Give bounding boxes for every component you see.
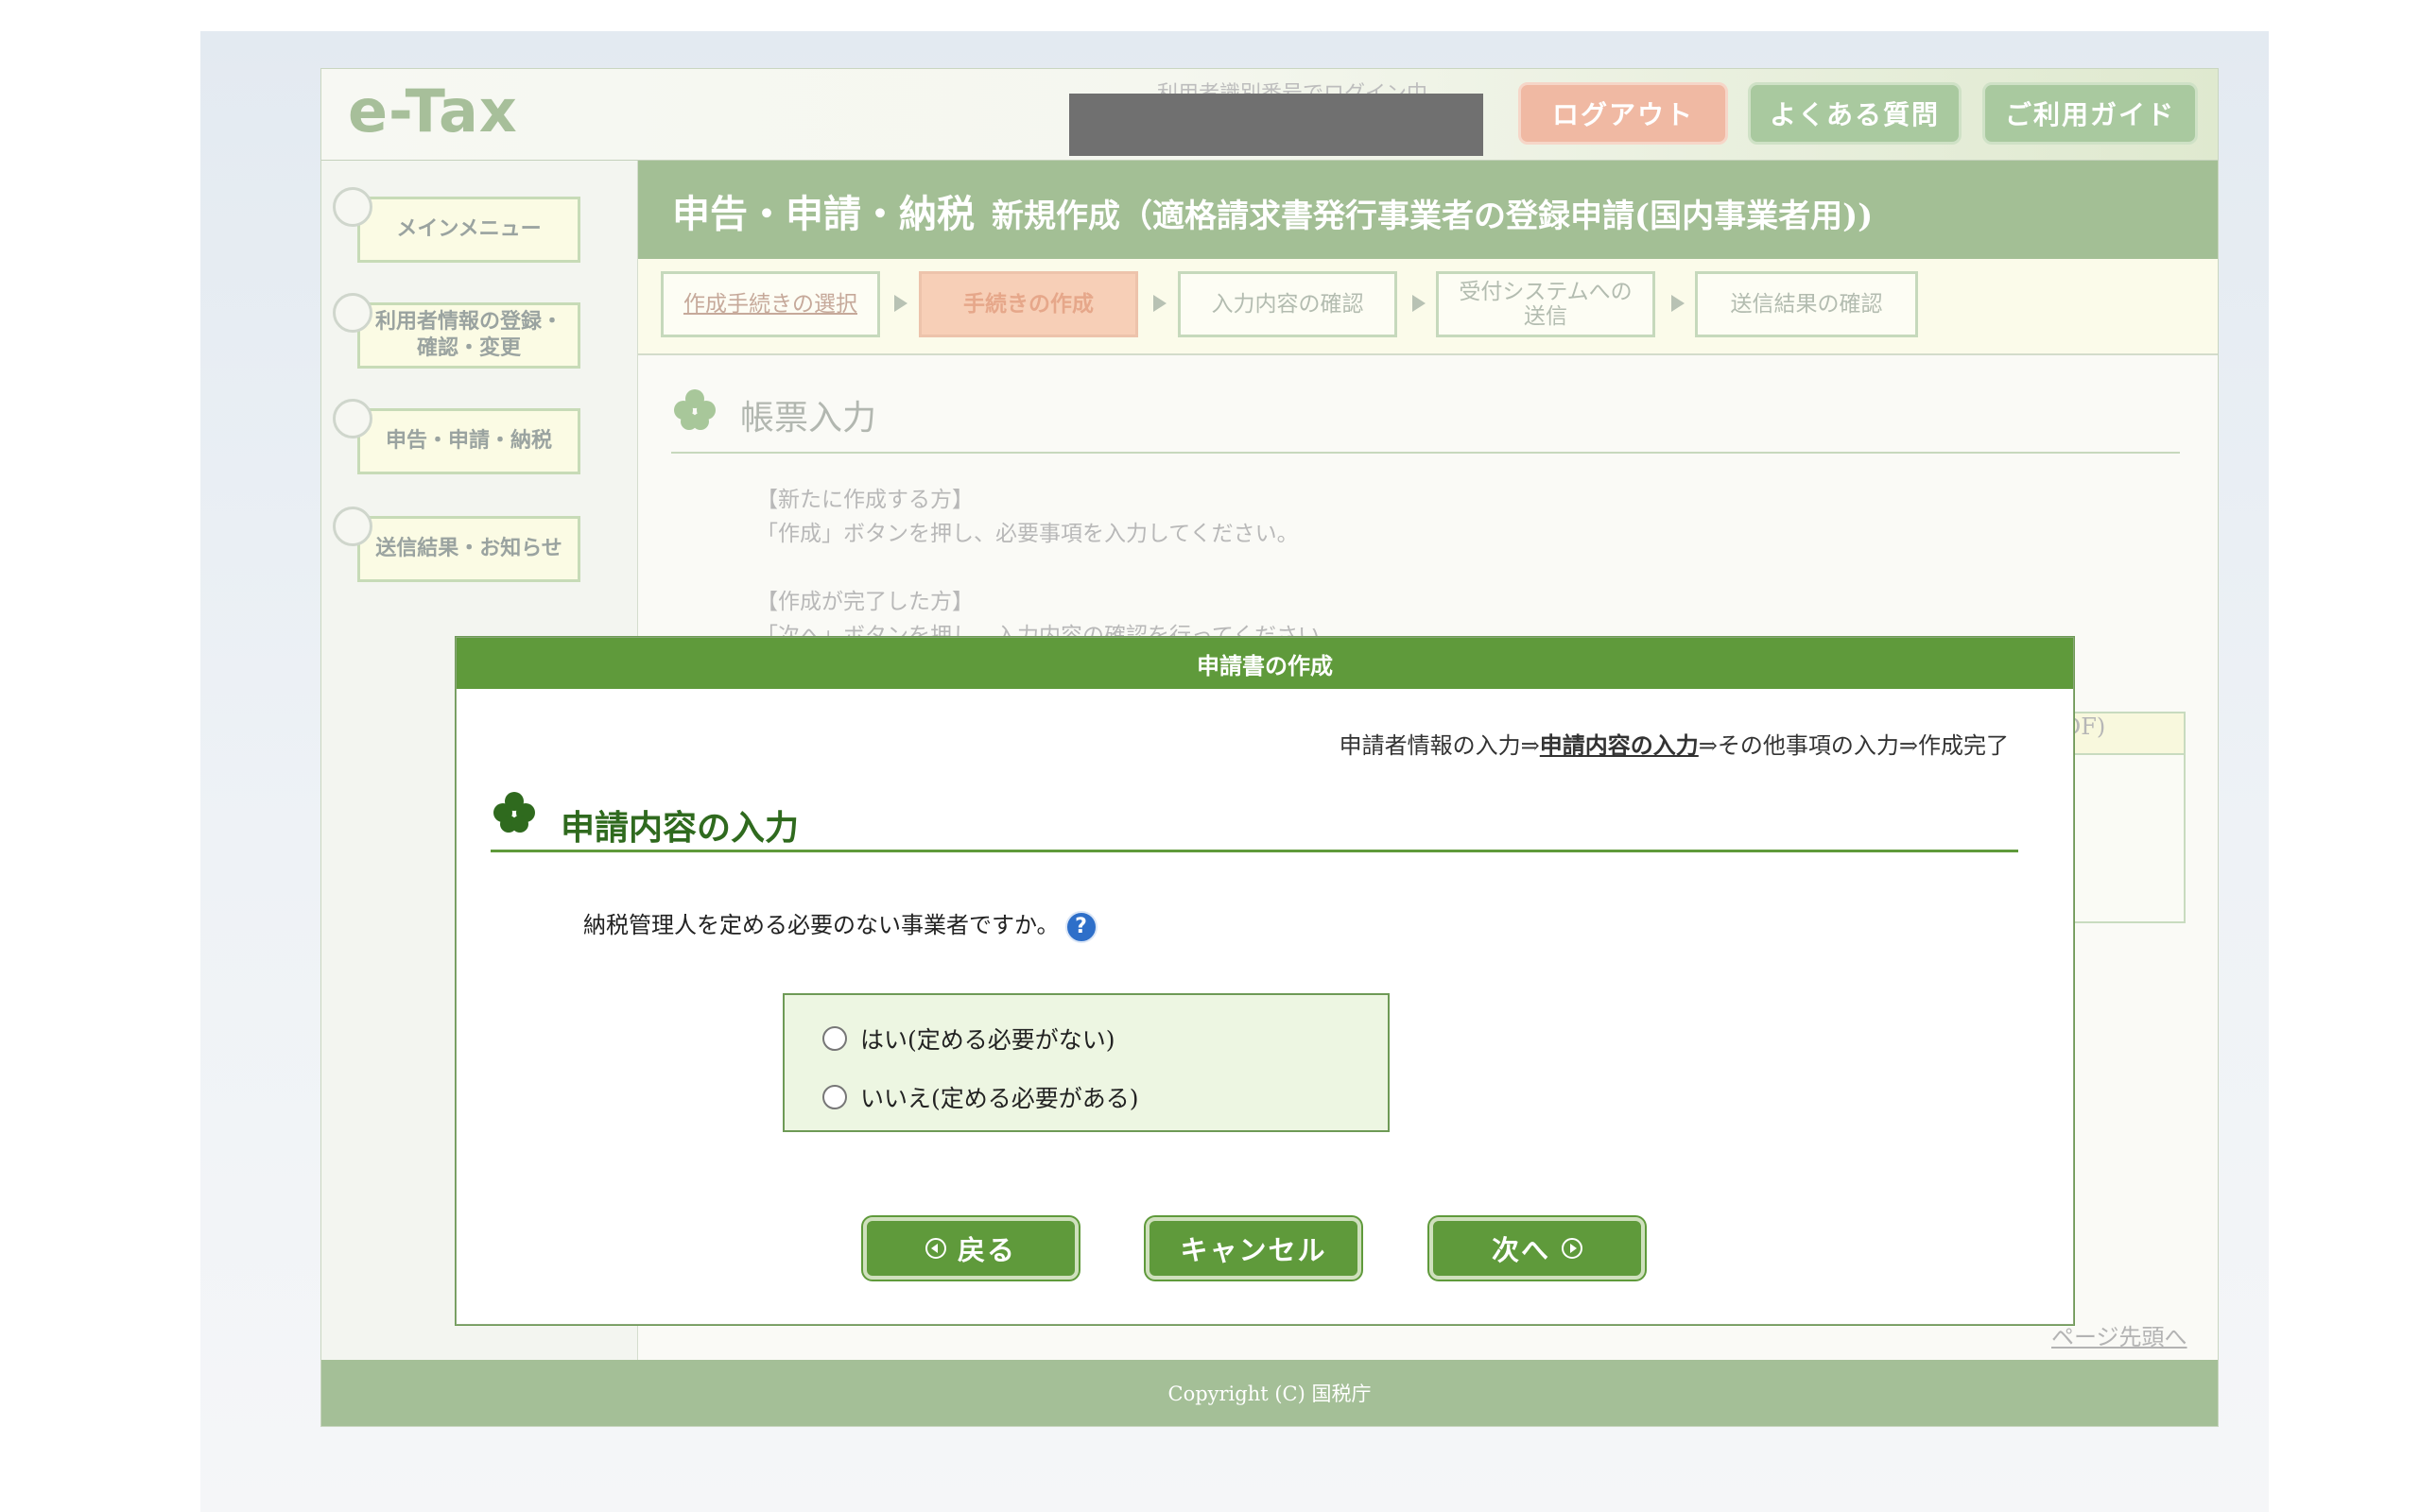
question-text: 納税管理人を定める必要のない事業者ですか。? bbox=[583, 906, 1098, 943]
dialog-title: 申請書の作成 bbox=[457, 638, 2073, 689]
clover-icon bbox=[493, 792, 535, 833]
etax-logo[interactable]: e-Tax bbox=[348, 77, 518, 146]
sidebar-item-user-info[interactable]: 利用者情報の登録・ 確認・変更 bbox=[357, 302, 580, 369]
radio-button[interactable] bbox=[822, 1026, 847, 1051]
radio-option-yes[interactable]: はい(定める必要がない) bbox=[822, 1022, 1115, 1056]
step-create: 手続きの作成 bbox=[919, 271, 1138, 337]
note-text: 【作成が完了した方】 bbox=[756, 590, 974, 614]
page-title: 申告・申請・納税 新規作成（適格請求書発行事業者の登録申請(国内事業者用)) bbox=[672, 192, 1874, 236]
help-icon[interactable]: ? bbox=[1064, 910, 1098, 943]
cancel-button-label: キャンセル bbox=[1180, 1234, 1327, 1266]
sidebar-item-label: メインメニュー bbox=[396, 217, 542, 241]
form-list-header: DF) bbox=[2063, 713, 2184, 755]
create-application-dialog: 申請書の作成 申請者情報の入力⇒申請内容の入力⇒その他事項の入力⇒作成完了 申請… bbox=[456, 637, 2074, 1325]
step-arrow-icon bbox=[1671, 295, 1685, 312]
sidebar-item-filing[interactable]: 申告・申請・納税 bbox=[357, 408, 580, 474]
wizard-remaining-steps: ⇒その他事項の入力⇒作成完了 bbox=[1698, 732, 2009, 759]
sidebar-item-main-menu[interactable]: メインメニュー bbox=[357, 197, 580, 263]
step-confirm: 入力内容の確認 bbox=[1178, 271, 1397, 337]
page-subtitle: 新規作成（適格請求書発行事業者の登録申請(国内事業者用)) bbox=[992, 198, 1874, 235]
top-bar: e-Tax 利用者識別番号でログイン中 7 ログアウト よくある質問 ご利用ガイ… bbox=[321, 69, 2218, 161]
guide-button[interactable]: ご利用ガイド bbox=[1982, 82, 2198, 145]
step-arrow-icon bbox=[1153, 295, 1167, 312]
wizard-current-step: 申請内容の入力 bbox=[1539, 731, 1699, 759]
section-title: 帳票入力 bbox=[740, 399, 877, 438]
note-text: 【新たに作成する方】 bbox=[756, 488, 974, 512]
form-list-box: DF) bbox=[2061, 712, 2186, 923]
logout-button[interactable]: ログアウト bbox=[1518, 82, 1728, 145]
radio-label: はい(定める必要がない) bbox=[860, 1026, 1115, 1054]
redacted-area bbox=[1069, 94, 1483, 156]
next-button-label: 次へ bbox=[1491, 1234, 1550, 1266]
wizard-step: 申請者情報の入力⇒ bbox=[1339, 732, 1540, 759]
sidebar-item-notices[interactable]: 送信結果・お知らせ bbox=[357, 516, 580, 582]
step-arrow-icon bbox=[1412, 295, 1426, 312]
clover-icon bbox=[674, 389, 716, 430]
sidebar-item-label: 申告・申請・納税 bbox=[385, 429, 552, 453]
dialog-section-divider bbox=[491, 850, 2018, 852]
dialog-section-title: 申請内容の入力 bbox=[561, 808, 800, 848]
step-send: 受付システムへの 送信 bbox=[1436, 271, 1655, 337]
radio-group: はい(定める必要がない) いいえ(定める必要がある) bbox=[783, 993, 1390, 1132]
next-arrow-icon bbox=[1562, 1238, 1583, 1259]
content-header: 申告・申請・納税 新規作成（適格請求書発行事業者の登録申請(国内事業者用)) bbox=[638, 161, 2218, 259]
clock-icon bbox=[333, 399, 372, 438]
radio-label: いいえ(定める必要がある) bbox=[860, 1085, 1139, 1112]
section-divider bbox=[671, 452, 2180, 454]
step-result: 送信結果の確認 bbox=[1695, 271, 1918, 337]
user-settings-icon bbox=[333, 293, 372, 333]
footer: Copyright (C) 国税庁 bbox=[321, 1360, 2218, 1426]
faq-button[interactable]: よくある質問 bbox=[1748, 82, 1962, 145]
sidebar-item-label: 送信結果・お知らせ bbox=[375, 537, 562, 560]
radio-option-no[interactable]: いいえ(定める必要がある) bbox=[822, 1080, 1139, 1114]
step-select[interactable]: 作成手続きの選択 bbox=[661, 271, 880, 337]
progress-steps: 作成手続きの選択 手続きの作成 入力内容の確認 受付システムへの 送信 送信結果… bbox=[638, 259, 2218, 355]
next-button[interactable]: 次へ bbox=[1429, 1217, 1645, 1280]
sidebar-item-label: 利用者情報の登録・ 確認・変更 bbox=[374, 310, 562, 360]
back-button-label: 戻る bbox=[958, 1234, 1017, 1266]
note-text: 「作成」ボタンを押し、必要事項を入力してください。 bbox=[756, 522, 1299, 546]
back-arrow-icon bbox=[925, 1238, 946, 1259]
dialog-wizard-progress: 申請者情報の入力⇒申請内容の入力⇒その他事項の入力⇒作成完了 bbox=[1340, 727, 2009, 760]
cancel-button[interactable]: キャンセル bbox=[1146, 1217, 1361, 1280]
copyright: Copyright (C) 国税庁 bbox=[1167, 1383, 1372, 1405]
radio-button[interactable] bbox=[822, 1085, 847, 1109]
home-icon bbox=[333, 187, 372, 227]
step-arrow-icon bbox=[894, 295, 908, 312]
mail-icon bbox=[333, 507, 372, 546]
back-button[interactable]: 戻る bbox=[863, 1217, 1079, 1280]
